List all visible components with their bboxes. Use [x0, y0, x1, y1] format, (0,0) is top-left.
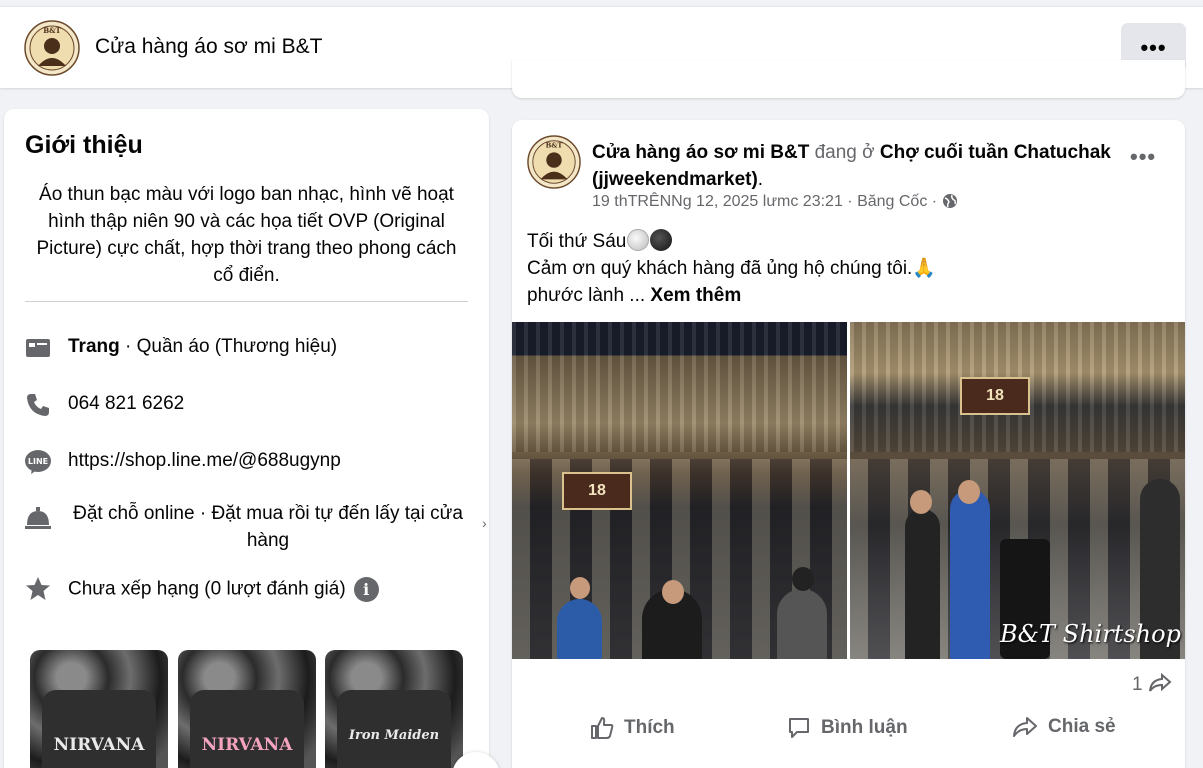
- bell-icon: [24, 504, 52, 532]
- post-meta: 19 thTRÊNNg 12, 2025 lưmc 23:21 · Băng C…: [592, 193, 958, 211]
- post-at-text: đang ở: [809, 142, 880, 163]
- page-avatar[interactable]: B&T: [24, 20, 80, 76]
- post-line-2: Cảm ơn quý khách hàng đã ủng hộ chúng tô…: [527, 258, 936, 279]
- photo-grid: NIRVANA NIRVANA Iron Maiden: [30, 650, 470, 768]
- post-line-3: phước lành ...: [527, 285, 651, 306]
- shop-sign: 18: [960, 377, 1030, 415]
- photo-caption: NIRVANA: [53, 735, 145, 755]
- star-icon: [24, 575, 52, 603]
- photo-roof-texture: [512, 322, 847, 452]
- post-line-1: Tối thứ Sáu: [527, 231, 627, 252]
- photo-thumbnail[interactable]: NIRVANA: [178, 650, 316, 768]
- photo-person-head: [662, 580, 684, 604]
- comment-icon: [789, 718, 809, 738]
- post-header: Cửa hàng áo sơ mi B&T đang ở Chợ cuối tu…: [592, 139, 1122, 193]
- storefront-icon: [24, 334, 52, 362]
- intro-card: Giới thiệu Áo thun bạc màu với logo ban …: [4, 109, 489, 768]
- category-label: Trang: [68, 336, 120, 357]
- chevron-right-icon: ›: [482, 515, 487, 531]
- post-author-avatar[interactable]: B&T: [527, 135, 581, 189]
- photo-person: [950, 489, 990, 659]
- post-images: 18 18 B&T Shirtshop: [512, 322, 1185, 659]
- more-dots-icon: •••: [1140, 34, 1167, 60]
- phone-icon: [24, 391, 52, 419]
- previous-post-card: [512, 60, 1185, 98]
- thumbs-up-icon: [591, 717, 614, 739]
- see-more-link[interactable]: Xem thêm: [650, 285, 741, 306]
- photo-person-head: [570, 577, 590, 599]
- photo-watermark: B&T Shirtshop: [1000, 620, 1181, 648]
- intro-divider: [25, 301, 468, 302]
- page-title: Cửa hàng áo sơ mi B&T: [95, 35, 323, 58]
- full-moon-icon: [627, 229, 650, 251]
- intro-title: Giới thiệu: [25, 131, 143, 159]
- phone-number[interactable]: 064 821 6262: [68, 393, 184, 415]
- line-icon: LINE: [24, 448, 52, 476]
- share-icon: [1013, 717, 1037, 737]
- new-moon-icon: [650, 229, 673, 251]
- post-more-button[interactable]: •••: [1130, 144, 1156, 170]
- photo-person-head: [910, 490, 932, 514]
- comment-label: Bình luận: [821, 717, 908, 738]
- globe-icon: [942, 194, 957, 208]
- category-value: · Quần áo (Thương hiệu): [119, 336, 338, 357]
- svg-text:LINE: LINE: [28, 457, 48, 466]
- share-small-icon: [1148, 672, 1172, 692]
- booking-text[interactable]: Đặt chỗ online · Đặt mua rồi tự đến lấy …: [68, 500, 468, 554]
- post-author[interactable]: Cửa hàng áo sơ mi B&T: [592, 142, 809, 163]
- svg-text:B&T: B&T: [546, 142, 563, 150]
- svg-text:B&T: B&T: [43, 26, 61, 35]
- post-photo[interactable]: 18 B&T Shirtshop: [850, 322, 1185, 659]
- photo-person-head: [958, 480, 980, 504]
- share-count[interactable]: 1: [1132, 672, 1172, 696]
- photo-person: [557, 599, 602, 659]
- share-label: Chia sẻ: [1048, 716, 1116, 737]
- shirt-graphic: [190, 690, 304, 768]
- info-icon[interactable]: i: [353, 577, 379, 602]
- share-count-value: 1: [1132, 674, 1143, 695]
- post-body: Tối thứ Sáu Cảm ơn quý khách hàng đã ủng…: [527, 228, 1167, 309]
- photo-thumbnail[interactable]: Iron Maiden: [325, 650, 463, 768]
- photo-thumbnail[interactable]: NIRVANA: [30, 650, 168, 768]
- post-location-end: .: [757, 169, 764, 190]
- post-actions: Thích Bình luận Chia sẻ: [512, 700, 1185, 760]
- shirt-graphic: [42, 690, 156, 768]
- intro-bio: Áo thun bạc màu với logo ban nhạc, hình …: [36, 184, 457, 286]
- photo-caption: NIRVANA: [201, 735, 293, 755]
- photo-person: [777, 589, 827, 659]
- rating-text: Chưa xếp hạng (0 lượt đánh giá): [68, 578, 346, 600]
- post-timestamp[interactable]: 19 thTRÊNNg 12, 2025 lưmc 23:21 · Băng C…: [592, 193, 942, 210]
- comment-button[interactable]: Bình luận: [787, 716, 908, 740]
- like-button[interactable]: Thích: [590, 716, 675, 740]
- share-button[interactable]: Chia sẻ: [1012, 716, 1116, 738]
- post-photo[interactable]: 18: [512, 322, 847, 659]
- website-link[interactable]: https://shop.line.me/@688ugynp: [68, 450, 341, 472]
- photo-person-head: [792, 567, 814, 591]
- like-label: Thích: [624, 717, 675, 738]
- photo-caption: Iron Maiden: [348, 728, 440, 743]
- photo-person: [905, 509, 940, 659]
- shop-sign: 18: [562, 472, 632, 510]
- post-card: B&T Cửa hàng áo sơ mi B&T đang ở Chợ cuố…: [512, 120, 1185, 768]
